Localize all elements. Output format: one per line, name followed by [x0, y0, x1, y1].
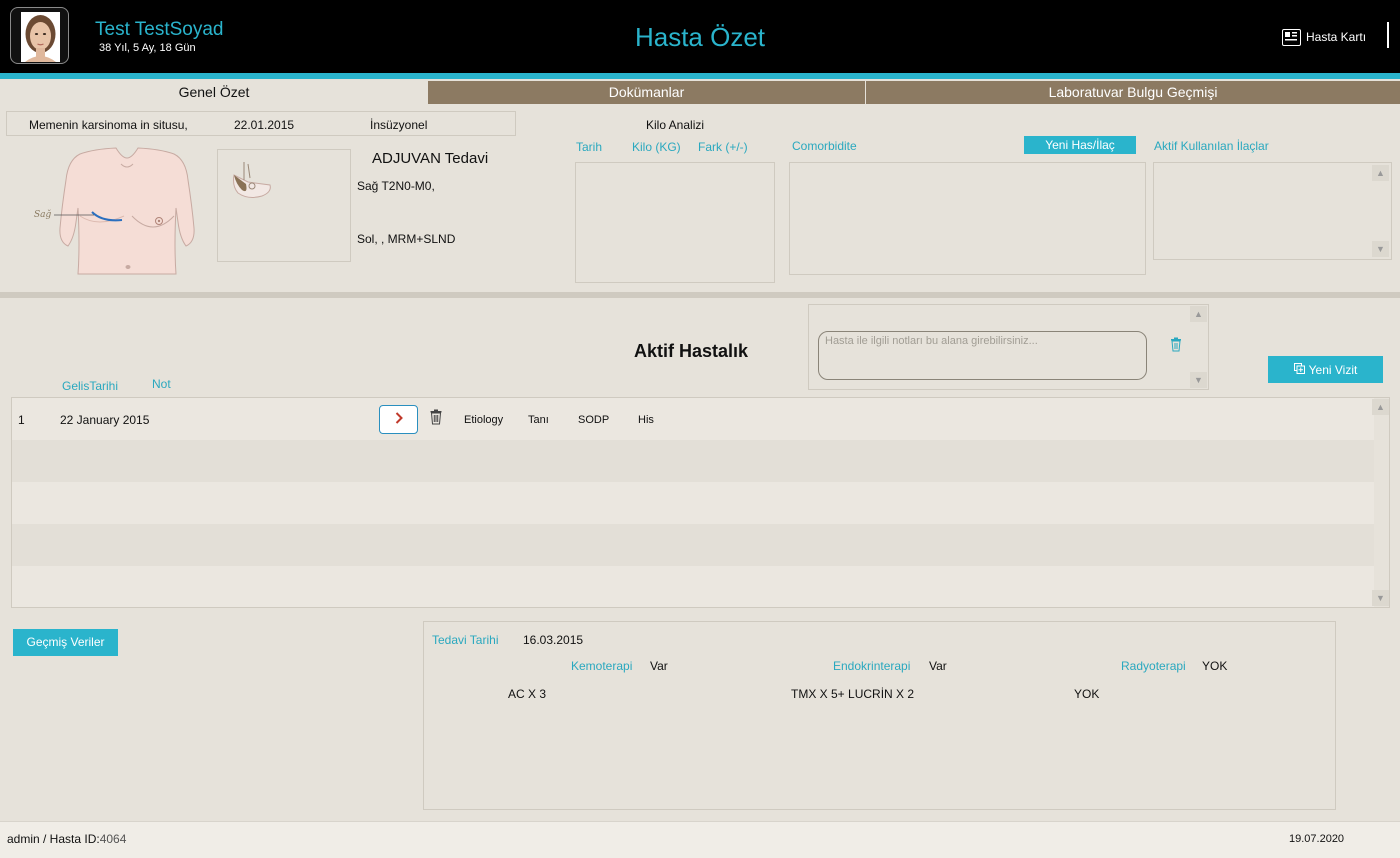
header-separator: [1387, 22, 1389, 48]
active-disease-title: Aktif Hastalık: [634, 341, 749, 361]
copy-icon: [1293, 362, 1305, 377]
comorbidity-label: Comorbidite: [792, 139, 857, 153]
notes-input[interactable]: [818, 331, 1147, 380]
visit-index: 1: [18, 413, 25, 427]
his-link[interactable]: His: [638, 414, 654, 426]
footer-bar: admin / Hasta ID:4064 19.07.2020: [0, 821, 1400, 858]
notes-scroll-down-icon[interactable]: ▼: [1190, 372, 1207, 388]
radiotherapy-label: Radyoterapi: [1121, 659, 1186, 673]
history-button[interactable]: Geçmiş Veriler: [13, 629, 118, 656]
visit-table: 1 22 January 2015 Etiology Tanı SODP His…: [11, 397, 1390, 608]
scroll-down-icon[interactable]: ▼: [1372, 241, 1389, 257]
table-row: [12, 440, 1374, 482]
diagnosis-name: Memenin karsinoma in situsu,: [29, 118, 188, 132]
diagram-side-label: Sağ: [34, 209, 52, 220]
weight-analysis-title: Kilo Analizi: [646, 118, 705, 132]
table-scroll-up-icon[interactable]: ▲: [1372, 399, 1389, 415]
chemo-detail: AC X 3: [508, 687, 547, 701]
tab-documents[interactable]: Dokümanlar: [428, 81, 865, 104]
diagnosis-link[interactable]: Tanı: [528, 414, 549, 426]
weight-col-diff: Fark (+/-): [698, 140, 748, 154]
table-row: [12, 566, 1374, 607]
radiotherapy-detail: YOK: [1074, 687, 1100, 701]
visit-col-note: Not: [152, 377, 171, 391]
footer-date: 19.07.2020: [1289, 833, 1345, 845]
page-title: Hasta Özet: [634, 22, 766, 52]
tab-general-summary[interactable]: Genel Özet: [0, 81, 428, 104]
sodp-link[interactable]: SODP: [578, 414, 609, 426]
chemo-value: Var: [650, 659, 668, 673]
new-drug-button[interactable]: Yeni Has/İlaç: [1024, 136, 1136, 154]
breast-diagram: Sağ: [28, 146, 203, 276]
section-divider: [0, 292, 1400, 298]
patient-card-button[interactable]: Hasta Kartı: [1282, 27, 1366, 47]
delete-visit-icon[interactable]: [430, 409, 442, 428]
table-row: [12, 524, 1374, 566]
trash-icon[interactable]: [1170, 337, 1182, 355]
chevron-right-icon: [395, 412, 403, 427]
treatment-panel: [423, 621, 1336, 810]
weight-col-kg: Kilo (KG): [632, 140, 681, 154]
visit-col-date: GelisTarihi: [62, 379, 119, 393]
comorbidity-list[interactable]: [789, 162, 1146, 275]
visit-date: 22 January 2015: [60, 413, 150, 427]
scroll-up-icon[interactable]: ▲: [1372, 165, 1389, 181]
treatment-date: 16.03.2015: [523, 633, 584, 647]
diagnosis-date: 22.01.2015: [234, 118, 295, 132]
radiotherapy-value: YOK: [1202, 659, 1228, 673]
active-drugs-list[interactable]: ▲ ▼: [1153, 162, 1392, 260]
diagnosis-type: İnsüzyonel: [370, 118, 428, 132]
table-row[interactable]: 1 22 January 2015 Etiology Tanı SODP His: [12, 398, 1374, 440]
header-accent-line: [0, 73, 1400, 79]
chemo-label: Kemoterapi: [571, 659, 633, 673]
active-drugs-label: Aktif Kullanılan İlaçlar: [1154, 139, 1269, 153]
weight-col-date: Tarih: [576, 140, 603, 154]
patient-card-label: Hasta Kartı: [1306, 30, 1367, 44]
endocrine-value: Var: [929, 659, 947, 673]
new-visit-button[interactable]: Yeni Vizit: [1268, 356, 1383, 383]
footer-patient-id: 4064: [99, 832, 127, 846]
breast-thumbnail: [217, 149, 351, 262]
newspaper-icon: [1282, 28, 1301, 46]
adjuvant-right: Sağ T2N0-M0,: [357, 179, 435, 193]
adjuvant-left: Sol, , MRM+SLND: [357, 232, 456, 246]
footer-user-text: admin / Hasta ID:: [7, 832, 100, 846]
notes-scroll-up-icon[interactable]: ▲: [1190, 306, 1207, 322]
open-visit-button[interactable]: [379, 405, 418, 434]
endocrine-detail: TMX X 5+ LUCRİN X 2: [791, 687, 915, 701]
treatment-date-label: Tedavi Tarihi: [432, 633, 499, 647]
footer-user: admin / Hasta ID:4064: [7, 832, 126, 846]
adjuvant-title: ADJUVAN Tedavi: [372, 150, 489, 167]
new-visit-label: Yeni Vizit: [1308, 362, 1358, 377]
table-row: [12, 482, 1374, 524]
endocrine-label: Endokrinterapi: [833, 659, 911, 673]
table-scroll-down-icon[interactable]: ▼: [1372, 590, 1389, 606]
tab-lab-history[interactable]: Laboratuvar Bulgu Geçmişi: [866, 81, 1400, 104]
weight-list[interactable]: [575, 162, 775, 283]
etiology-link[interactable]: Etiology: [464, 414, 503, 426]
